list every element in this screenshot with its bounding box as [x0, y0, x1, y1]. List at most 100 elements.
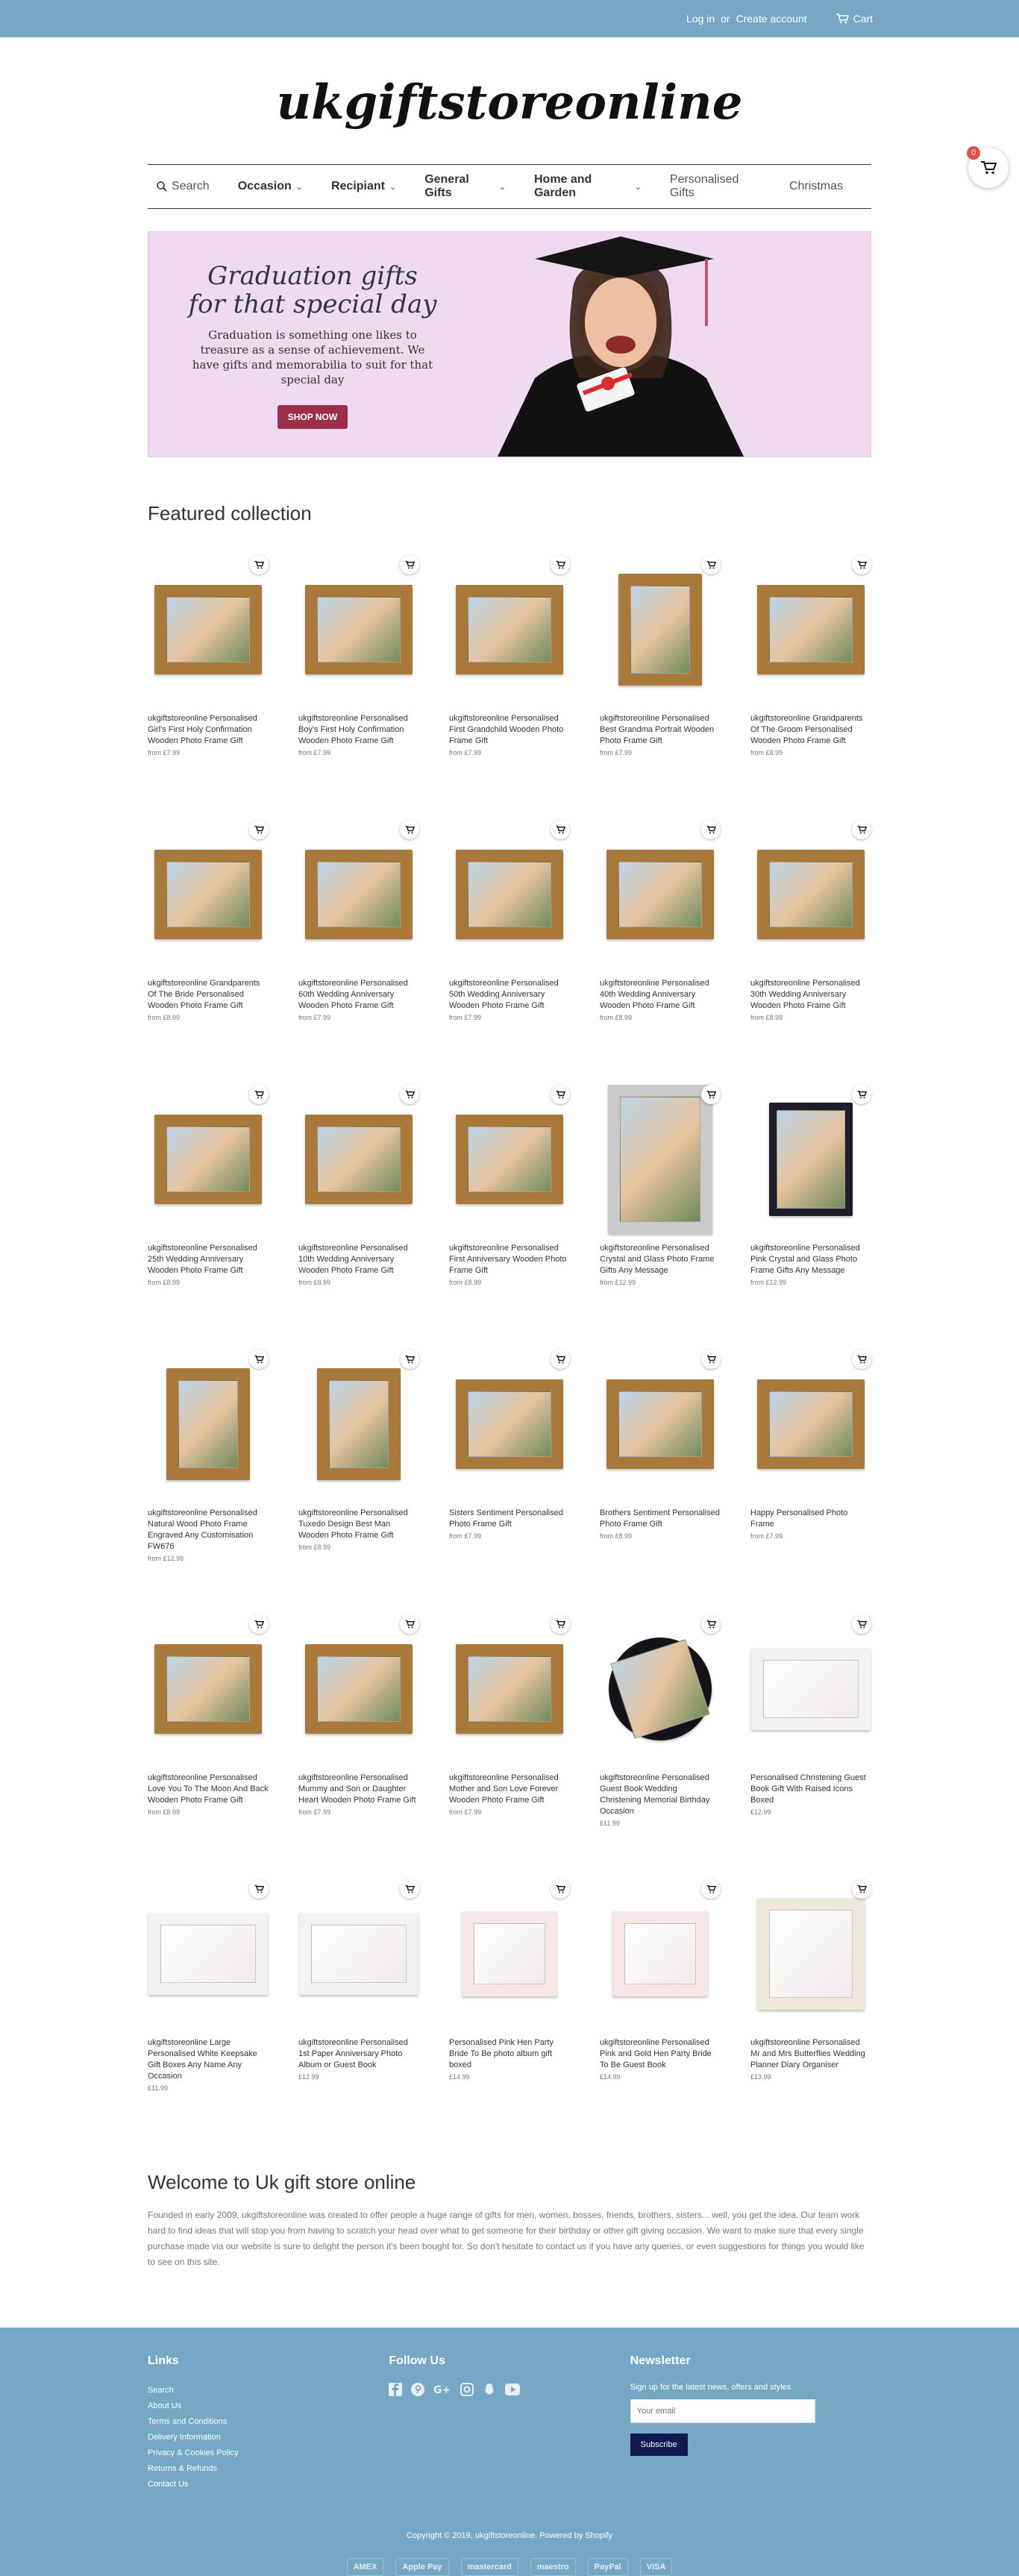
product-card[interactable]: ukgiftstoreonline Personalised Pink Crys…: [750, 1085, 871, 1350]
product-image[interactable]: [148, 1350, 269, 1499]
product-image[interactable]: [750, 820, 871, 969]
product-image[interactable]: [298, 1085, 419, 1234]
product-card[interactable]: Brothers Sentiment Personalised Photo Fr…: [600, 1350, 721, 1614]
snapchat-icon[interactable]: [483, 2383, 496, 2396]
product-title[interactable]: ukgiftstoreonline Personalised Mr and Mr…: [750, 2037, 871, 2071]
add-to-cart-button[interactable]: [400, 1614, 419, 1634]
google-plus-icon[interactable]: G+: [433, 2383, 451, 2396]
product-card[interactable]: ukgiftstoreonline Personalised 40th Wedd…: [600, 820, 721, 1085]
product-title[interactable]: ukgiftstoreonline Personalised Mother an…: [449, 1773, 570, 1806]
add-to-cart-button[interactable]: [701, 1614, 721, 1634]
product-image[interactable]: [298, 1350, 419, 1499]
product-title[interactable]: ukgiftstoreonline Grandparents Of The Br…: [148, 978, 269, 1012]
product-image[interactable]: [449, 1879, 570, 2028]
product-title[interactable]: ukgiftstoreonline Personalised Mummy and…: [298, 1773, 419, 1806]
nav-search[interactable]: Search: [157, 180, 210, 193]
product-title[interactable]: Happy Personalised Photo Frame: [750, 1508, 871, 1530]
product-title[interactable]: ukgiftstoreonline Personalised Girl's Fi…: [148, 713, 269, 747]
product-title[interactable]: ukgiftstoreonline Personalised First Ann…: [449, 1243, 570, 1276]
product-card[interactable]: ukgiftstoreonline Personalised Crystal a…: [600, 1085, 721, 1350]
login-link[interactable]: Log in: [686, 13, 715, 25]
nav-item-home-and-garden[interactable]: Home and Garden ⌄: [534, 173, 642, 200]
product-title[interactable]: ukgiftstoreonline Grandparents Of The Gr…: [750, 713, 871, 747]
product-title[interactable]: Personalised Pink Hen Party Bride To Be …: [449, 2037, 570, 2071]
product-image[interactable]: [449, 1085, 570, 1234]
product-image[interactable]: [750, 1085, 871, 1234]
product-title[interactable]: ukgiftstoreonline Personalised 10th Wedd…: [298, 1243, 419, 1276]
product-title[interactable]: Personalised Christening Guest Book Gift…: [750, 1773, 871, 1806]
add-to-cart-button[interactable]: [249, 1085, 269, 1104]
product-image[interactable]: [750, 1614, 871, 1764]
add-to-cart-button[interactable]: [400, 1879, 419, 1899]
product-title[interactable]: ukgiftstoreonline Personalised 30th Wedd…: [750, 978, 871, 1012]
add-to-cart-button[interactable]: [551, 1350, 570, 1369]
add-to-cart-button[interactable]: [249, 820, 269, 839]
product-image[interactable]: [750, 1350, 871, 1499]
product-image[interactable]: [600, 555, 721, 704]
site-logo[interactable]: ukgiftstoreonline: [0, 37, 1019, 164]
product-title[interactable]: ukgiftstoreonline Personalised Guest Boo…: [600, 1773, 721, 1817]
product-card[interactable]: ukgiftstoreonline Grandparents Of The Br…: [148, 820, 269, 1085]
add-to-cart-button[interactable]: [852, 555, 871, 574]
add-to-cart-button[interactable]: [852, 1350, 871, 1369]
product-title[interactable]: ukgiftstoreonline Personalised Love You …: [148, 1773, 269, 1806]
product-title[interactable]: ukgiftstoreonline Personalised 25th Wedd…: [148, 1243, 269, 1276]
nav-item-occasion[interactable]: Occasion ⌄: [238, 180, 303, 193]
product-card[interactable]: ukgiftstoreonline Personalised Pink and …: [600, 1879, 721, 2144]
add-to-cart-button[interactable]: [701, 820, 721, 839]
product-card[interactable]: ukgiftstoreonline Personalised 10th Wedd…: [298, 1085, 419, 1350]
product-image[interactable]: [298, 1614, 419, 1764]
product-image[interactable]: [595, 1614, 725, 1764]
product-image[interactable]: [148, 1614, 269, 1764]
email-input[interactable]: [630, 2399, 815, 2423]
product-image[interactable]: [449, 1614, 570, 1764]
product-card[interactable]: Sisters Sentiment Personalised Photo Fra…: [449, 1350, 570, 1614]
shop-now-button[interactable]: SHOP NOW: [277, 405, 348, 429]
product-image[interactable]: [600, 820, 721, 969]
nav-item-christmas[interactable]: Christmas: [789, 180, 843, 193]
product-image[interactable]: [600, 1350, 721, 1499]
product-image[interactable]: [750, 1879, 871, 2028]
product-card[interactable]: Personalised Pink Hen Party Bride To Be …: [449, 1879, 570, 2144]
floating-cart-button[interactable]: 0: [967, 146, 1009, 188]
product-image[interactable]: [148, 1085, 269, 1234]
add-to-cart-button[interactable]: [551, 555, 570, 574]
product-card[interactable]: ukgiftstoreonline Personalised Tuxedo De…: [298, 1350, 419, 1614]
product-card[interactable]: ukgiftstoreonline Large Personalised Whi…: [148, 1879, 269, 2144]
nav-item-recipiant[interactable]: Recipiant ⌄: [331, 180, 396, 193]
product-title[interactable]: ukgiftstoreonline Personalised Crystal a…: [600, 1243, 721, 1276]
footer-link-privacy[interactable]: Privacy & Cookies Policy: [148, 2445, 389, 2461]
youtube-icon[interactable]: [505, 2384, 521, 2395]
product-card[interactable]: ukgiftstoreonline Grandparents Of The Gr…: [750, 555, 871, 820]
product-title[interactable]: Sisters Sentiment Personalised Photo Fra…: [449, 1508, 570, 1530]
facebook-icon[interactable]: [389, 2383, 403, 2396]
product-card[interactable]: ukgiftstoreonline Personalised 1st Paper…: [298, 1879, 419, 2144]
product-title[interactable]: ukgiftstoreonline Personalised 50th Wedd…: [449, 978, 570, 1012]
footer-link-search[interactable]: Search: [148, 2383, 389, 2398]
product-title[interactable]: ukgiftstoreonline Personalised Pink and …: [600, 2037, 721, 2071]
create-account-link[interactable]: Create account: [736, 13, 807, 25]
product-title[interactable]: ukgiftstoreonline Personalised Best Gran…: [600, 713, 721, 747]
product-card[interactable]: ukgiftstoreonline Personalised First Ann…: [449, 1085, 570, 1350]
footer-link-terms[interactable]: Terms and Conditions: [148, 2414, 389, 2430]
footer-link-delivery[interactable]: Delivery Information: [148, 2430, 389, 2445]
product-title[interactable]: ukgiftstoreonline Personalised Natural W…: [148, 1508, 269, 1552]
product-image[interactable]: [148, 555, 269, 704]
product-image[interactable]: [298, 1879, 419, 2028]
product-title[interactable]: ukgiftstoreonline Personalised 40th Wedd…: [600, 978, 721, 1012]
add-to-cart-button[interactable]: [551, 1879, 570, 1899]
product-image[interactable]: [449, 1350, 570, 1499]
nav-item-general-gifts[interactable]: General Gifts ⌄: [424, 173, 506, 200]
product-image[interactable]: [148, 1879, 269, 2028]
nav-item-personalised-gifts[interactable]: Personalised Gifts: [670, 173, 761, 200]
product-title[interactable]: ukgiftstoreonline Personalised First Gra…: [449, 713, 570, 747]
product-card[interactable]: ukgiftstoreonline Personalised Best Gran…: [600, 555, 721, 820]
subscribe-button[interactable]: Subscribe: [630, 2434, 688, 2456]
product-image[interactable]: [750, 555, 871, 704]
product-card[interactable]: ukgiftstoreonline Personalised 25th Wedd…: [148, 1085, 269, 1350]
add-to-cart-button[interactable]: [249, 1350, 269, 1369]
product-title[interactable]: ukgiftstoreonline Personalised Boy's Fir…: [298, 713, 419, 747]
product-image[interactable]: [298, 820, 419, 969]
add-to-cart-button[interactable]: [852, 820, 871, 839]
product-image[interactable]: [298, 555, 419, 704]
